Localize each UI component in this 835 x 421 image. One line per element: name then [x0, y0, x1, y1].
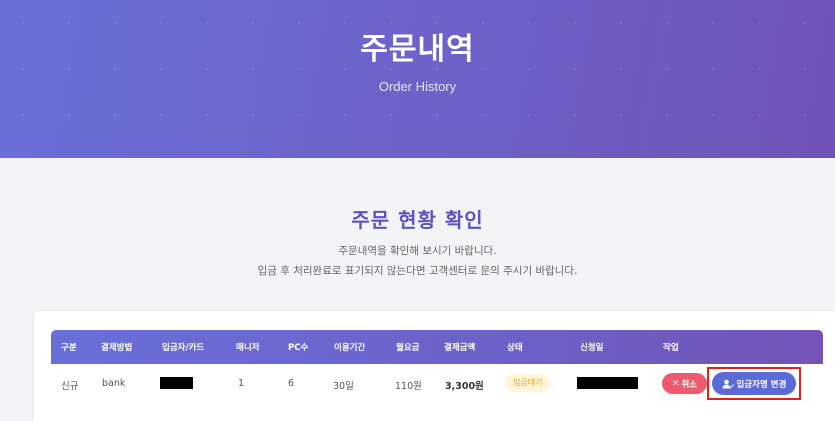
column-header-amount: 결제금액	[444, 343, 476, 353]
column-header-period: 이용기간	[334, 343, 366, 353]
column-header-date: 신청일	[580, 343, 604, 353]
column-header-status: 상태	[507, 343, 523, 353]
cell-pc-count: 6	[288, 378, 295, 389]
change-depositor-label: 입금자명 변경	[736, 379, 787, 390]
page-hero: 주문내역 Order History	[0, 0, 835, 158]
cell-monthly-fee: 110원	[395, 381, 422, 392]
status-badge: 입금대기	[505, 374, 551, 392]
column-header-depositor: 입금자/카드	[162, 343, 205, 353]
cell-period: 30일	[333, 381, 354, 392]
close-icon: ✕	[671, 378, 680, 389]
cell-date-redacted	[577, 377, 638, 389]
column-header-monthly-fee: 월요금	[396, 343, 420, 353]
column-header-manager: 매니저	[236, 343, 260, 353]
page-title: 주문내역	[360, 32, 475, 67]
cell-manager: 1	[238, 378, 245, 389]
cell-depositor-redacted	[160, 377, 193, 389]
section-description-1: 주문내역을 확인해 보시기 바랍니다.	[338, 245, 497, 257]
user-edit-icon	[722, 379, 734, 388]
cancel-button[interactable]: ✕ 취소	[662, 373, 707, 394]
column-header-type: 구분	[61, 343, 77, 353]
column-header-payment-method: 결제방법	[101, 343, 133, 353]
cell-amount: 3,300원	[445, 381, 484, 392]
table-row: 신규 bank 1 6 30일 110원 3,300원 입금대기 ✕ 취소 입금…	[51, 364, 823, 410]
cell-payment-method: bank	[102, 378, 126, 389]
column-header-action: 작업	[663, 343, 679, 353]
section-description-2: 입금 후 처리완료로 표기되지 않는다면 고객센터로 문의 주시기 바랍니다.	[257, 265, 578, 277]
cancel-button-label: 취소	[681, 379, 698, 390]
table-header: 구분 결제방법 입금자/카드 매니저 PC수 이용기간 월요금 결제금액 상태 …	[51, 330, 823, 364]
column-header-pc-count: PC수	[288, 343, 309, 353]
cell-type: 신규	[61, 381, 79, 392]
page-subtitle: Order History	[378, 79, 457, 94]
section-title: 주문 현황 확인	[351, 208, 484, 232]
order-table-card: 구분 결제방법 입금자/카드 매니저 PC수 이용기간 월요금 결제금액 상태 …	[34, 311, 835, 421]
change-depositor-button[interactable]: 입금자명 변경	[712, 372, 796, 395]
